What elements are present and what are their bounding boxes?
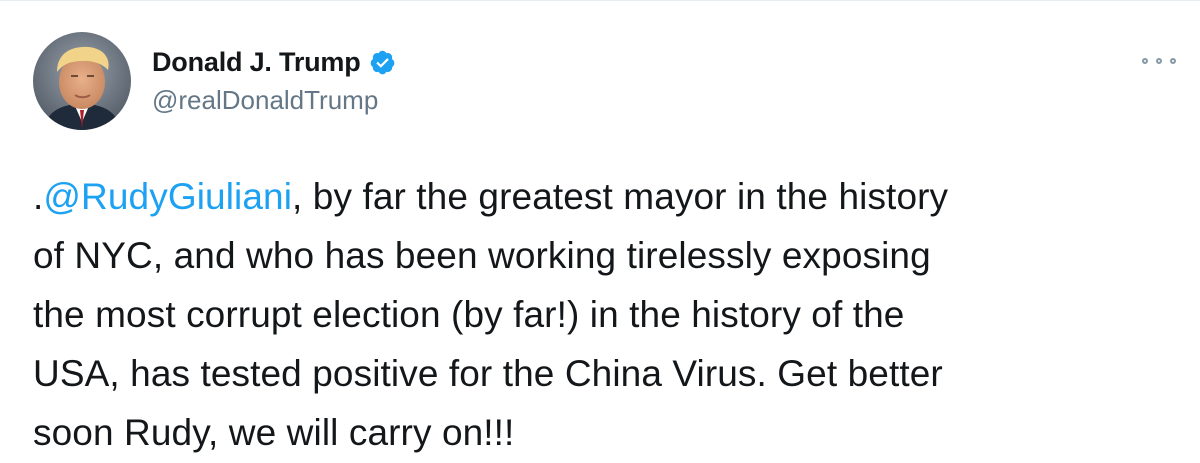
more-options-icon[interactable] bbox=[1142, 51, 1176, 71]
more-dot bbox=[1142, 58, 1148, 64]
tweet-line-1-rest: , by far the greatest mayor in the histo… bbox=[292, 176, 949, 217]
tweet-line-3: the most corrupt election (by far!) in t… bbox=[33, 294, 905, 335]
avatar[interactable] bbox=[33, 32, 131, 130]
avatar-image bbox=[33, 32, 131, 130]
more-dot bbox=[1156, 58, 1162, 64]
more-dot bbox=[1170, 58, 1176, 64]
user-name-row: Donald J. Trump bbox=[152, 45, 396, 79]
tweet-line-2: of NYC, and who has been working tireles… bbox=[33, 235, 931, 276]
tweet-line-1: .@RudyGiuliani, by far the greatest mayo… bbox=[33, 167, 1183, 226]
display-name[interactable]: Donald J. Trump bbox=[152, 47, 361, 78]
user-handle[interactable]: @realDonaldTrump bbox=[152, 85, 378, 116]
verified-badge-icon bbox=[369, 49, 396, 76]
tweet-prefix: . bbox=[33, 176, 44, 217]
tweet-card: Donald J. Trump @realDonaldTrump .@RudyG… bbox=[0, 0, 1200, 463]
tweet-text: .@RudyGiuliani, by far the greatest mayo… bbox=[33, 167, 1183, 462]
mention-link[interactable]: @RudyGiuliani bbox=[43, 176, 292, 217]
tweet-line-5: soon Rudy, we will carry on!!! bbox=[33, 412, 515, 453]
tweet-line-4: USA, has tested positive for the China V… bbox=[33, 353, 943, 394]
